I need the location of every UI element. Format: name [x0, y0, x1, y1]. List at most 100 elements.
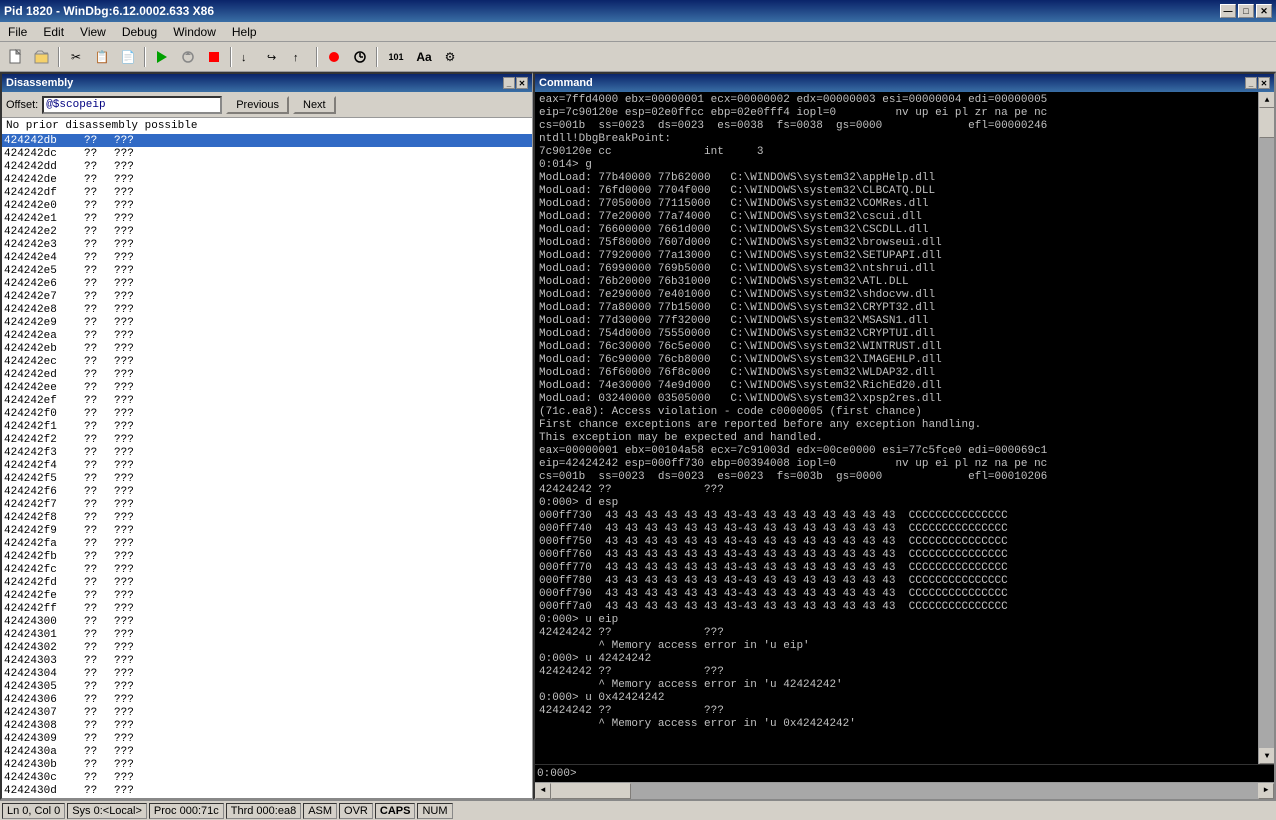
disasm-row[interactable]: 42424305 ?? ???	[2, 680, 532, 693]
disasm-row[interactable]: 424242ef ?? ???	[2, 394, 532, 407]
toolbar-stepover[interactable]: ↪	[262, 46, 286, 68]
hscroll-left-btn[interactable]: ◄	[535, 783, 551, 799]
disasm-row[interactable]: 424242fe ?? ???	[2, 589, 532, 602]
disasm-row[interactable]: 42424308 ?? ???	[2, 719, 532, 732]
disasm-row[interactable]: 42424306 ?? ???	[2, 693, 532, 706]
toolbar-paste[interactable]: 📄	[116, 46, 140, 68]
disasm-row[interactable]: 424242f1 ?? ???	[2, 420, 532, 433]
menu-file[interactable]: File	[0, 23, 35, 41]
disasm-row[interactable]: 424242eb ?? ???	[2, 342, 532, 355]
disasm-row[interactable]: 424242e7 ?? ???	[2, 290, 532, 303]
maximize-button[interactable]: □	[1238, 4, 1254, 18]
disasm-row[interactable]: 424242df ?? ???	[2, 186, 532, 199]
toolbar-restart[interactable]	[176, 46, 200, 68]
cmd-hscrollbar[interactable]: ◄ ►	[535, 782, 1274, 798]
disasm-row[interactable]: 4242430c ?? ???	[2, 771, 532, 784]
toolbar-new[interactable]	[4, 46, 28, 68]
cmd-close-btn[interactable]: ✕	[1258, 77, 1270, 89]
menu-debug[interactable]: Debug	[114, 23, 165, 41]
disasm-row[interactable]: 42424302 ?? ???	[2, 641, 532, 654]
cmd-vscrollbar[interactable]: ▲ ▼	[1258, 92, 1274, 764]
disasm-row[interactable]: 42424304 ?? ???	[2, 667, 532, 680]
toolbar-copy[interactable]: 📋	[90, 46, 114, 68]
vscroll-down-btn[interactable]: ▼	[1259, 748, 1274, 764]
toolbar-stop[interactable]	[202, 46, 226, 68]
menu-edit[interactable]: Edit	[35, 23, 72, 41]
disasm-addr: 42424306	[4, 694, 84, 706]
disasm-row[interactable]: 424242fa ?? ???	[2, 537, 532, 550]
cmd-input-field[interactable]	[583, 768, 1272, 780]
disasm-row[interactable]: 424242e2 ?? ???	[2, 225, 532, 238]
disasm-row[interactable]: 4242430a ?? ???	[2, 745, 532, 758]
vscroll-track[interactable]	[1259, 108, 1274, 748]
disasm-row[interactable]: 424242ec ?? ???	[2, 355, 532, 368]
toolbar-watch[interactable]	[348, 46, 372, 68]
disasm-row[interactable]: 42424309 ?? ???	[2, 732, 532, 745]
disasm-row[interactable]: 424242db ?? ???	[2, 134, 532, 147]
disasm-row[interactable]: 424242fd ?? ???	[2, 576, 532, 589]
toolbar-stepout[interactable]: ↑	[288, 46, 312, 68]
disasm-row[interactable]: 424242f8 ?? ???	[2, 511, 532, 524]
disasm-row[interactable]: 424242f0 ?? ???	[2, 407, 532, 420]
offset-input[interactable]	[42, 96, 222, 114]
hscroll-track[interactable]	[551, 783, 1258, 799]
disasm-row[interactable]: 424242f2 ?? ???	[2, 433, 532, 446]
toolbar-open[interactable]	[30, 46, 54, 68]
disasm-addr: 424242e5	[4, 265, 84, 277]
disasm-row[interactable]: 424242fc ?? ???	[2, 563, 532, 576]
disasm-row[interactable]: 424242e8 ?? ???	[2, 303, 532, 316]
disasm-row[interactable]: 42424300 ?? ???	[2, 615, 532, 628]
disasm-row[interactable]: 424242dc ?? ???	[2, 147, 532, 160]
toolbar-stepinto[interactable]: ↓	[236, 46, 260, 68]
disasm-row[interactable]: 424242f6 ?? ???	[2, 485, 532, 498]
disasm-content[interactable]: No prior disassembly possible 424242db ?…	[2, 118, 532, 798]
disasm-row[interactable]: 424242de ?? ???	[2, 173, 532, 186]
previous-button[interactable]: Previous	[226, 96, 289, 114]
disasm-row[interactable]: 424242f9 ?? ???	[2, 524, 532, 537]
hscroll-right-btn[interactable]: ►	[1258, 783, 1274, 799]
hscroll-thumb[interactable]	[551, 783, 631, 799]
disasm-row[interactable]: 4242430b ?? ???	[2, 758, 532, 771]
disasm-row[interactable]: 424242e3 ?? ???	[2, 238, 532, 251]
minimize-button[interactable]: —	[1220, 4, 1236, 18]
disasm-row[interactable]: 424242e0 ?? ???	[2, 199, 532, 212]
disasm-row[interactable]: 424242e9 ?? ???	[2, 316, 532, 329]
disasm-row[interactable]: 4242430d ?? ???	[2, 784, 532, 797]
disasm-addr: 42424301	[4, 629, 84, 641]
disasm-close-btn[interactable]: ✕	[516, 77, 528, 89]
close-button[interactable]: ✕	[1256, 4, 1272, 18]
toolbar-cut[interactable]: ✂	[64, 46, 88, 68]
disasm-row[interactable]: 424242f4 ?? ???	[2, 459, 532, 472]
disasm-row[interactable]: 424242ea ?? ???	[2, 329, 532, 342]
disasm-row[interactable]: 424242ed ?? ???	[2, 368, 532, 381]
cmd-line: ModLoad: 77050000 77115000 C:\WINDOWS\sy…	[539, 198, 1254, 211]
cmd-minimize-btn[interactable]: _	[1245, 77, 1257, 89]
cmd-line: 000ff7a0 43 43 43 43 43 43 43-43 43 43 4…	[539, 601, 1254, 614]
toolbar-source[interactable]: 101	[382, 46, 410, 68]
disasm-row[interactable]: 42424301 ?? ???	[2, 628, 532, 641]
vscroll-thumb[interactable]	[1259, 108, 1274, 138]
disasm-row[interactable]: 424242f3 ?? ???	[2, 446, 532, 459]
disasm-row[interactable]: 424242e6 ?? ???	[2, 277, 532, 290]
menu-window[interactable]: Window	[165, 23, 224, 41]
toolbar-breakpoint[interactable]	[322, 46, 346, 68]
toolbar-settings[interactable]: ⚙	[438, 46, 462, 68]
disasm-row[interactable]: 424242e4 ?? ???	[2, 251, 532, 264]
disasm-row[interactable]: 424242fb ?? ???	[2, 550, 532, 563]
disasm-row[interactable]: 424242dd ?? ???	[2, 160, 532, 173]
menu-help[interactable]: Help	[224, 23, 265, 41]
disasm-minimize-btn[interactable]: _	[503, 77, 515, 89]
toolbar-run[interactable]	[150, 46, 174, 68]
disasm-row[interactable]: 424242f7 ?? ???	[2, 498, 532, 511]
vscroll-up-btn[interactable]: ▲	[1259, 92, 1274, 108]
disasm-row[interactable]: 42424303 ?? ???	[2, 654, 532, 667]
disasm-row[interactable]: 424242e1 ?? ???	[2, 212, 532, 225]
toolbar-font[interactable]: Aa	[412, 46, 436, 68]
menu-view[interactable]: View	[72, 23, 114, 41]
next-button[interactable]: Next	[293, 96, 336, 114]
disasm-row[interactable]: 424242ff ?? ???	[2, 602, 532, 615]
disasm-row[interactable]: 424242ee ?? ???	[2, 381, 532, 394]
disasm-row[interactable]: 424242f5 ?? ???	[2, 472, 532, 485]
disasm-row[interactable]: 424242e5 ?? ???	[2, 264, 532, 277]
disasm-row[interactable]: 42424307 ?? ???	[2, 706, 532, 719]
